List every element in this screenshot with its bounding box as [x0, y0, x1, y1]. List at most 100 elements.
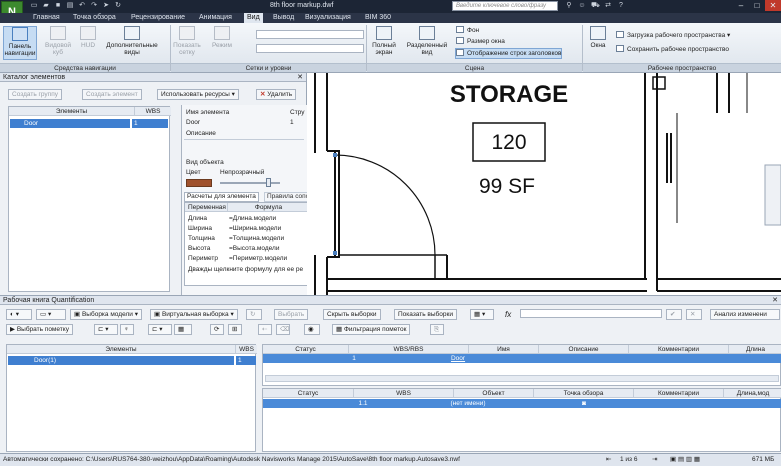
tab-review[interactable]: Рецензирование	[128, 13, 188, 23]
use-resources-button[interactable]: Использовать ресурсы ▾	[157, 89, 239, 100]
tab-home[interactable]: Главная	[30, 13, 63, 23]
next-page-icon[interactable]: ⇥	[652, 454, 657, 466]
close-button[interactable]: ✕	[765, 0, 781, 11]
formula-height[interactable]: =Высота.модели	[229, 245, 279, 253]
user-icon[interactable]: ☺	[578, 2, 586, 10]
marker-button[interactable]: ♆	[120, 324, 134, 335]
split-view-button[interactable]: Разделенный вид	[403, 26, 451, 56]
save-icon[interactable]: ■	[54, 2, 62, 10]
full-screen-button[interactable]: Полный экран	[369, 26, 399, 56]
column-header-viewpoint[interactable]: Точка обзора	[533, 389, 633, 398]
first-page-icon[interactable]: ⇤	[606, 454, 611, 466]
tab-mapping-rules[interactable]: Правила сопо	[264, 192, 313, 202]
column-header-description[interactable]: Описание	[538, 345, 628, 354]
prop-item-name[interactable]: Door	[186, 119, 200, 127]
create-item-button[interactable]: Создать элемент	[82, 89, 142, 100]
tab-item-calculations[interactable]: Расчеты для элемента	[184, 192, 259, 202]
maximize-button[interactable]: □	[749, 0, 765, 11]
column-header-length[interactable]: Длина	[728, 345, 781, 354]
binoculars-icon[interactable]: ⚲	[565, 2, 573, 10]
new-file-icon[interactable]: ▭	[30, 2, 38, 10]
column-header-wbs[interactable]: WBS	[134, 107, 171, 116]
viewpoint-icon[interactable]: ◙	[579, 399, 589, 408]
opacity-slider[interactable]	[220, 182, 280, 184]
column-header-status[interactable]: Статус	[263, 345, 348, 354]
column-header-wbs[interactable]: WBS	[235, 345, 257, 354]
redo-icon[interactable]: ↷	[90, 2, 98, 10]
panel-dropdown-button[interactable]: ▭ ▾	[36, 309, 66, 320]
filter-markups-button[interactable]: ▦ Фильтрация пометок	[332, 324, 411, 335]
row-name[interactable]: Door	[443, 354, 473, 363]
formula-input[interactable]	[520, 309, 662, 318]
tab-output[interactable]: Вывод	[270, 13, 297, 23]
save-workspace-button[interactable]: Сохранить рабочее пространство	[616, 45, 729, 54]
bucket-fill-button[interactable]: ▦	[174, 324, 192, 335]
show-takeoff-button[interactable]: Показать выборки	[394, 309, 457, 320]
viewer-icons[interactable]: ▣ ▤ ▥ ▦	[670, 454, 700, 466]
select-icon[interactable]: ➤	[102, 2, 110, 10]
column-header-wbs-rbs[interactable]: WBS/RBS	[348, 345, 468, 354]
formula-length[interactable]: =Длина.модели	[229, 215, 276, 223]
cancel-formula-button[interactable]: ✕	[686, 309, 702, 320]
create-group-button[interactable]: Создать группу	[8, 89, 62, 100]
show-grid-button[interactable]: Показать сетку	[172, 26, 202, 56]
tree-item-door[interactable]: Door	[10, 119, 130, 128]
open-file-icon[interactable]: ▰	[42, 2, 50, 10]
column-header-comments[interactable]: Комментарии	[628, 345, 728, 354]
tab-view[interactable]: Вид	[244, 13, 263, 23]
grid-dropdown-2[interactable]	[256, 44, 364, 53]
select-button[interactable]: Выбрать	[274, 309, 309, 320]
windows-button[interactable]: Окна	[586, 26, 610, 49]
opacity-slider-handle[interactable]	[266, 178, 271, 187]
formula-perimeter[interactable]: =Периметр.модели	[229, 255, 287, 263]
navigation-bar-button[interactable]: Панель навигации	[3, 26, 37, 60]
column-header-wbs[interactable]: WBS	[353, 389, 453, 398]
change-analysis-button[interactable]: Анализ изменени	[710, 309, 780, 320]
viewcube-button[interactable]: Видовой куб	[42, 26, 74, 56]
drawing-canvas[interactable]: STORAGE 120 99 SF	[307, 73, 781, 295]
close-icon[interactable]: ✕	[297, 73, 303, 82]
erase-button[interactable]: ⟳	[210, 324, 224, 335]
help-icon[interactable]: ?	[617, 2, 625, 10]
column-header-items[interactable]: Элементы	[7, 345, 235, 354]
tab-bim360[interactable]: BIM 360	[362, 13, 394, 23]
additional-views-button[interactable]: Дополнительные виды	[102, 26, 162, 56]
area-button[interactable]: ⊏ ▾	[148, 324, 172, 335]
column-header-model-length[interactable]: Длина,мод	[723, 389, 781, 398]
undo-icon[interactable]: ↶	[78, 2, 86, 10]
column-header-status[interactable]: Статус	[263, 389, 353, 398]
print-icon[interactable]: ▤	[66, 2, 74, 10]
select-markup-button[interactable]: ▶ Выбрать пометку	[6, 324, 73, 335]
column-header-name[interactable]: Имя	[468, 345, 538, 354]
tree-item-door-count[interactable]: Door(1)	[8, 356, 234, 365]
formula-width[interactable]: =Ширина.модели	[229, 225, 281, 233]
delete-button[interactable]: ✕ Удалить	[256, 89, 297, 100]
virtual-takeoff-button[interactable]: ▣ Виртуальная выборка ▾	[150, 309, 238, 320]
view-dropdown-button[interactable]: ◐ ▾	[6, 309, 32, 320]
column-header-items[interactable]: Элементы	[9, 107, 134, 116]
exchange-icon[interactable]: ⇄	[604, 2, 612, 10]
tab-animation[interactable]: Анимация	[196, 13, 235, 23]
table-row[interactable]: 1 Door	[263, 354, 781, 363]
window-size-button[interactable]: Размер окна	[456, 37, 505, 46]
tab-viewpoint[interactable]: Точка обзора	[70, 13, 119, 23]
move-button[interactable]: ⇠	[258, 324, 272, 335]
hud-button[interactable]: HUD	[77, 26, 99, 49]
minimize-button[interactable]: –	[733, 0, 749, 11]
close-icon[interactable]: ✕	[772, 296, 778, 305]
column-header-object[interactable]: Объект	[453, 389, 533, 398]
copy-button[interactable]: ⎘	[430, 324, 444, 335]
table-row[interactable]: 1.1 (нет имени) ◙	[263, 399, 781, 408]
column-header-comments[interactable]: Комментарии	[633, 389, 723, 398]
mode-button[interactable]: Режим	[206, 26, 238, 49]
cart-icon[interactable]: ⛟	[591, 2, 600, 10]
search-input[interactable]: Введите ключевое слово/фразу	[452, 1, 558, 11]
formula-thickness[interactable]: =Толщина.модели	[229, 235, 284, 243]
grid-options-button[interactable]: ▦ ▾	[470, 309, 494, 320]
hide-takeoff-button[interactable]: Скрыть выборки	[323, 309, 381, 320]
grid-dropdown-1[interactable]	[256, 30, 364, 39]
model-takeoff-button[interactable]: ▣ Выборка модели ▾	[70, 309, 142, 320]
refresh-icon[interactable]: ↻	[114, 2, 122, 10]
tab-visualization[interactable]: Визуализация	[302, 13, 354, 23]
header-lines-toggle[interactable]: Отображение строк заголовков	[455, 48, 563, 59]
